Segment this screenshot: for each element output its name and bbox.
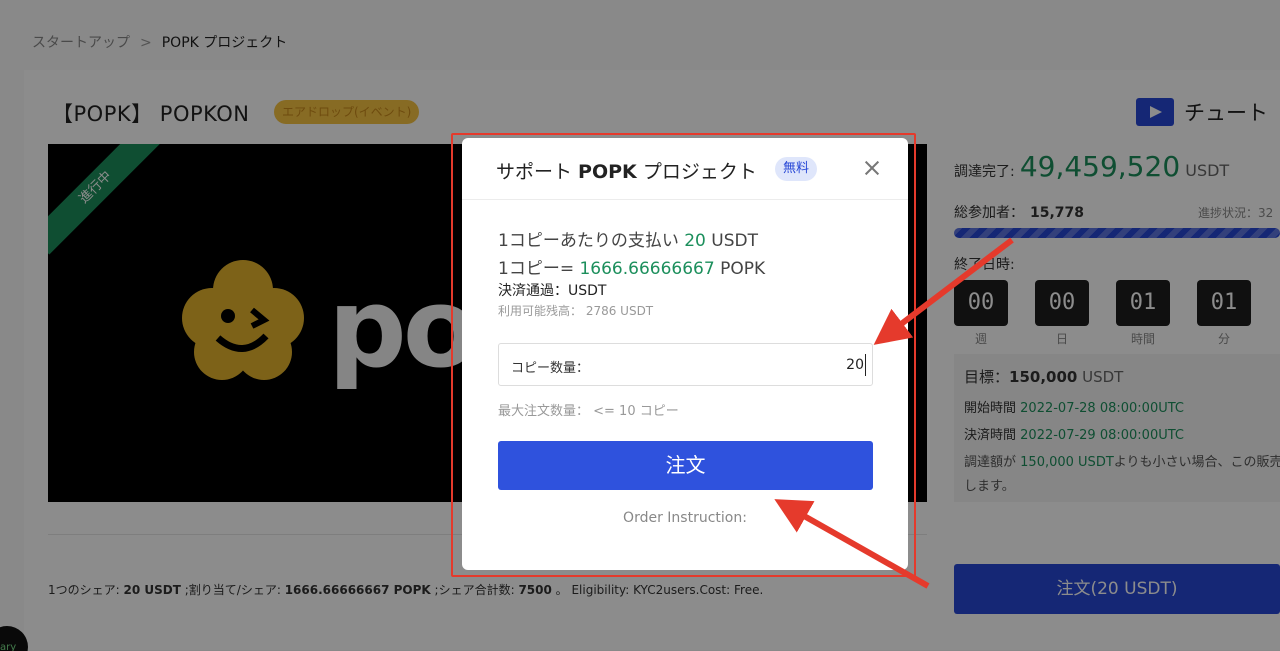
annotation-highlight-box bbox=[451, 133, 916, 577]
